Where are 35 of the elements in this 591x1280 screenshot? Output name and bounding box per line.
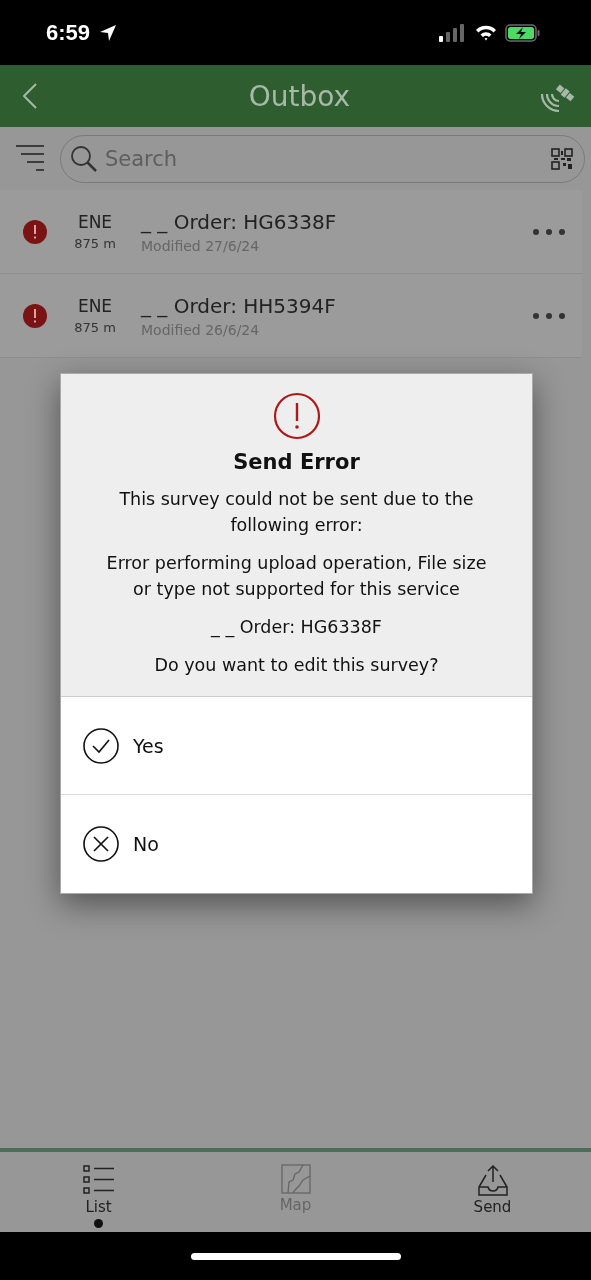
outbox-icon [476,1164,509,1196]
location-arrow-icon [98,22,119,43]
back-icon[interactable] [22,82,38,110]
direction-text: ENE [77,296,113,316]
list-icon [82,1164,115,1196]
wifi-icon [475,24,497,41]
dialog-option[interactable]: No [61,795,532,893]
dialog-message: This survey could not be sent due to the following error: [118,488,475,537]
map-icon [280,1164,311,1194]
warning-icon [272,392,321,440]
distance-text: 875 m [74,236,116,251]
tab-item[interactable]: Send [394,1152,591,1232]
dialog-title: Send Error [233,450,360,474]
tab-label: Send [473,1198,512,1216]
more-icon[interactable] [532,311,566,320]
header-title: Outbox [247,79,352,113]
dialog-message: _ _ Order: HG6338F [211,616,382,640]
dialog-message: Do you want to edit this survey? [154,654,439,677]
search-icon [70,144,98,173]
status-time: 6:59 [46,19,91,46]
direction-text: ENE [77,212,113,232]
dialog-message: Error performing upload operation, File size or type not supported for this service [105,552,488,601]
tab-label: List [85,1198,112,1216]
survey-title: _ _ Order: HG6338F [141,209,338,234]
qr-code-icon[interactable] [551,147,573,170]
signal-icon [439,23,467,42]
search-field[interactable]: Search [60,134,585,183]
battery-icon [505,23,541,42]
check-circle-icon [83,727,119,764]
dialog-option[interactable]: Yes [61,697,532,795]
survey-title: _ _ Order: HH5394F [141,293,337,318]
more-icon[interactable] [532,227,566,236]
cancel-circle-icon [83,826,119,862]
distance-text: 875 m [74,320,116,335]
tab-item[interactable]: List [0,1152,197,1232]
